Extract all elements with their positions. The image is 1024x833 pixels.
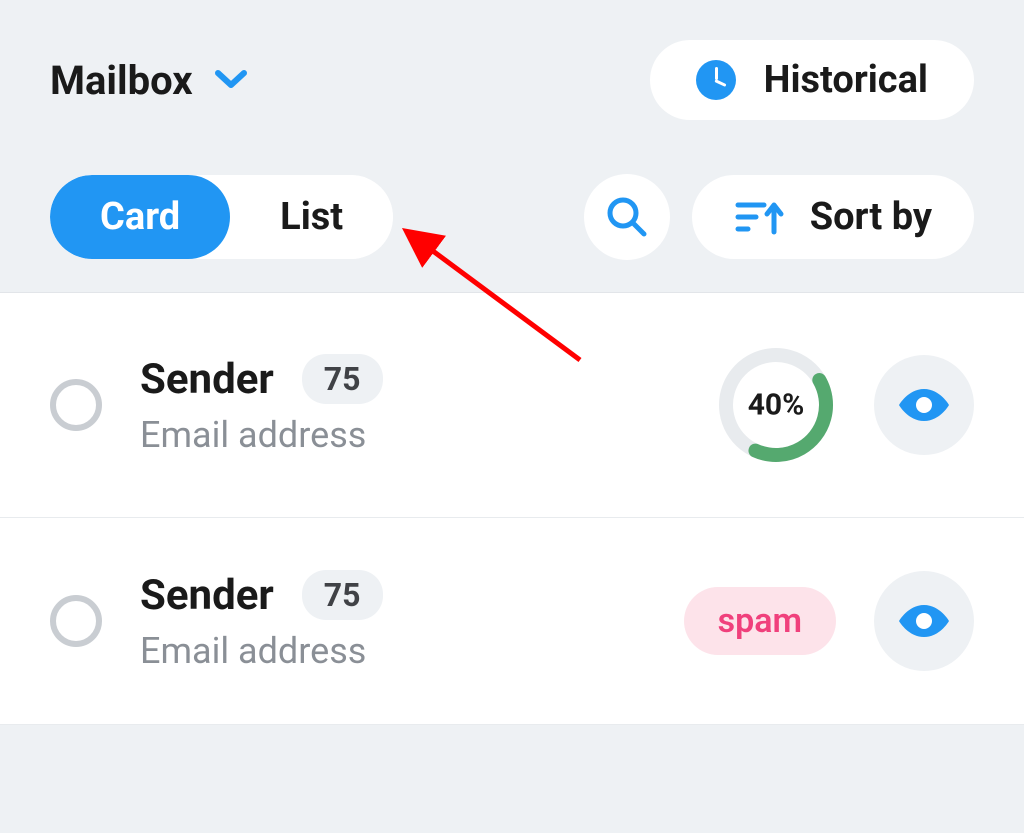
select-radio[interactable] <box>50 379 102 431</box>
sender-list: Sender 75 Email address 40% Sender 7 <box>0 292 1024 725</box>
list-item[interactable]: Sender 75 Email address spam <box>0 518 1024 725</box>
item-main: Sender 75 Email address <box>140 354 383 456</box>
historical-label: Historical <box>764 58 928 102</box>
sort-label: Sort by <box>810 195 932 239</box>
eye-icon <box>896 385 952 425</box>
spam-badge: spam <box>684 587 836 655</box>
tab-list[interactable]: List <box>230 175 393 259</box>
email-address: Email address <box>140 630 383 672</box>
item-main: Sender 75 Email address <box>140 570 383 672</box>
mailbox-dropdown[interactable]: Mailbox <box>50 57 247 104</box>
sort-icon <box>734 197 784 237</box>
progress-ring: 40% <box>716 345 836 465</box>
tab-card-label: Card <box>100 195 180 239</box>
tab-card[interactable]: Card <box>50 175 230 259</box>
view-button[interactable] <box>874 571 974 671</box>
view-toggle: Card List <box>50 175 393 259</box>
sender-row: Sender 75 <box>140 354 383 404</box>
search-icon <box>606 196 648 238</box>
count-badge: 75 <box>302 354 383 404</box>
mailbox-label: Mailbox <box>50 57 193 104</box>
count-badge: 75 <box>302 570 383 620</box>
tab-list-label: List <box>280 195 343 239</box>
clock-icon <box>696 60 736 100</box>
sort-button[interactable]: Sort by <box>692 175 974 259</box>
header: Mailbox Historical <box>0 0 1024 150</box>
email-address: Email address <box>140 414 383 456</box>
search-button[interactable] <box>584 174 670 260</box>
progress-label: 40% <box>748 388 805 423</box>
view-button[interactable] <box>874 355 974 455</box>
select-radio[interactable] <box>50 595 102 647</box>
toolbar: Card List Sort by <box>0 150 1024 292</box>
sender-name: Sender <box>140 571 274 620</box>
eye-icon <box>896 601 952 641</box>
sender-row: Sender 75 <box>140 570 383 620</box>
sender-name: Sender <box>140 355 274 404</box>
list-item[interactable]: Sender 75 Email address 40% <box>0 293 1024 518</box>
chevron-down-icon <box>215 70 247 90</box>
historical-button[interactable]: Historical <box>650 40 974 120</box>
